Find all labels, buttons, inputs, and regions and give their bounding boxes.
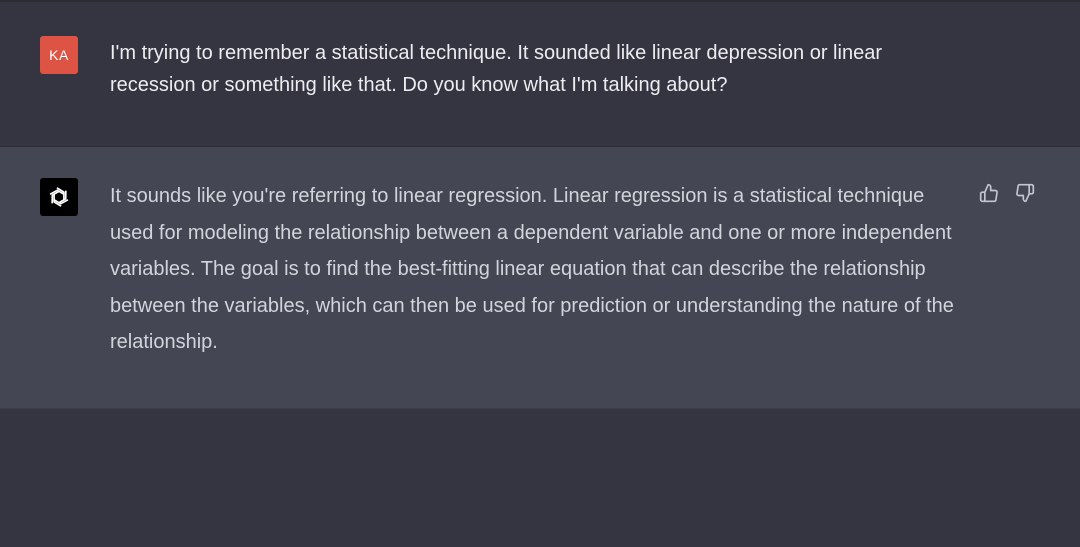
user-avatar-initials: KA [49,47,69,63]
thumbs-down-button[interactable] [1015,183,1035,203]
user-message-row: KA I'm trying to remember a statistical … [0,2,1080,147]
thumbs-up-icon [979,183,998,203]
assistant-avatar [40,178,78,216]
empty-chat-area [0,409,1080,547]
openai-logo-icon [49,187,69,207]
feedback-buttons [979,183,1035,203]
user-avatar: KA [40,36,78,74]
thumbs-up-button[interactable] [979,183,999,203]
user-message-text: I'm trying to remember a statistical tec… [110,42,882,96]
assistant-message-text: It sounds like you're referring to linea… [110,185,954,354]
thumbs-down-icon [1016,183,1035,203]
assistant-message-row: It sounds like you're referring to linea… [0,147,1080,409]
chat-window: KA I'm trying to remember a statistical … [0,0,1080,547]
